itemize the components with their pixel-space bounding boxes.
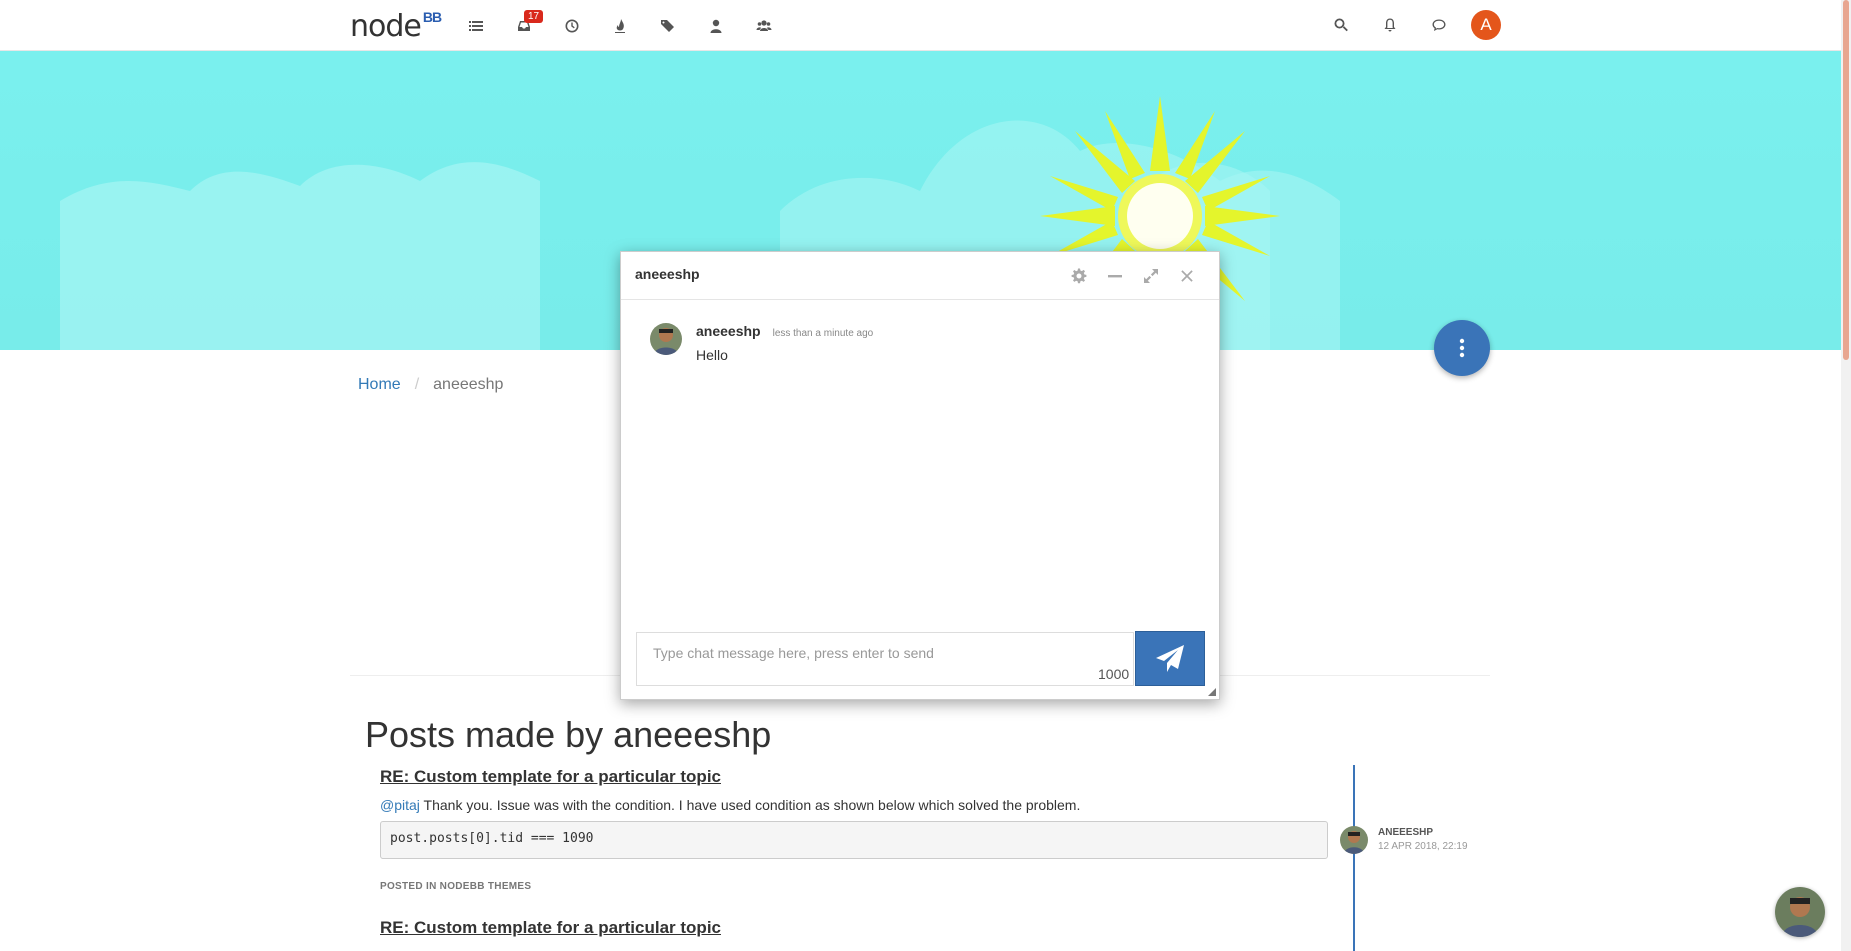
fire-icon: [615, 19, 625, 33]
chat-message-time: less than a minute ago: [772, 328, 874, 339]
breadcrumb-current: aneeeshp: [433, 376, 504, 393]
chat-header[interactable]: aneeeshp: [621, 252, 1219, 300]
chat-minimize-button[interactable]: [1097, 264, 1133, 288]
nav-groups[interactable]: [740, 13, 788, 39]
page-scrollbar[interactable]: [1841, 0, 1851, 951]
breadcrumb-separator: /: [414, 376, 420, 393]
users-icon: [756, 20, 772, 31]
chat-maximize-button[interactable]: [1133, 264, 1169, 288]
post-author-avatar[interactable]: [1340, 826, 1368, 854]
timeline-line: [1353, 765, 1355, 951]
clock-icon: [565, 19, 579, 33]
post-timestamp: 12 APR 2018, 22:19: [1378, 841, 1468, 852]
tags-icon: [661, 20, 674, 32]
chat-send-button[interactable]: [1135, 631, 1205, 686]
chat-controls: [1061, 264, 1205, 288]
chat-user-avatar[interactable]: [1775, 887, 1825, 937]
breadcrumb: Home / aneeeshp: [358, 376, 503, 394]
posted-in-category[interactable]: POSTED IN NODEBB THEMES: [380, 881, 1328, 892]
chat-message-text: Hello: [696, 347, 728, 363]
chat-settings-button[interactable]: [1061, 264, 1097, 288]
gear-icon: [1071, 268, 1087, 284]
search-button[interactable]: [1316, 12, 1365, 38]
brand-logo[interactable]: node BB: [350, 9, 442, 44]
user-icon: [710, 19, 722, 33]
top-navbar: node BB 17 A: [0, 0, 1841, 51]
post-title-link[interactable]: RE: Custom template for a particular top…: [380, 918, 1328, 938]
post-text: Thank you. Issue was with the condition.…: [419, 797, 1081, 813]
chat-message: aneeeshp less than a minute ago Hello: [650, 323, 873, 363]
user-mention-link[interactable]: @pitaj: [380, 797, 420, 813]
chat-message-avatar[interactable]: [650, 323, 682, 355]
resize-handle-icon[interactable]: [1208, 688, 1216, 696]
chat-modal: aneeeshp aneeeshp less than a minute ago…: [620, 251, 1220, 700]
chat-message-input[interactable]: Type chat message here, press enter to s…: [636, 632, 1134, 686]
minus-icon: [1108, 275, 1122, 278]
page-title: Posts made by aneeeshp: [365, 714, 772, 755]
close-icon: [1181, 270, 1193, 282]
main-nav: 17: [452, 10, 788, 39]
nav-tags[interactable]: [644, 13, 692, 39]
chat-char-counter: 1000: [1098, 666, 1130, 682]
scrollbar-thumb[interactable]: [1843, 0, 1849, 360]
notifications-button[interactable]: [1365, 12, 1414, 38]
unread-count-badge: 17: [524, 10, 544, 23]
post-item: RE: Custom template for a particular top…: [380, 767, 1328, 892]
user-nav: A: [1316, 10, 1501, 40]
chat-message-username[interactable]: aneeeshp: [696, 323, 761, 339]
post-meta: ANEEESHP 12 APR 2018, 22:19: [1340, 826, 1468, 854]
breadcrumb-home[interactable]: Home: [358, 376, 401, 394]
ellipsis-vertical-icon: [1459, 338, 1465, 358]
code-block: post.posts[0].tid === 1090: [380, 821, 1328, 859]
nav-unread[interactable]: 17: [500, 10, 548, 39]
nav-users[interactable]: [692, 13, 740, 39]
chat-close-button[interactable]: [1169, 264, 1205, 288]
user-avatar[interactable]: A: [1471, 10, 1501, 40]
brand-suffix: BB: [422, 9, 442, 25]
profile-actions-button[interactable]: [1434, 320, 1490, 376]
chats-button[interactable]: [1414, 12, 1463, 38]
nav-recent[interactable]: [548, 13, 596, 39]
expand-icon: [1144, 269, 1158, 283]
post-content: @pitaj Thank you. Issue was with the con…: [380, 797, 1328, 813]
brand-name: node: [350, 9, 422, 44]
comment-icon: [1432, 19, 1445, 31]
bell-icon: [1384, 18, 1395, 32]
nav-popular[interactable]: [596, 13, 644, 39]
search-icon: [1334, 18, 1348, 32]
list-icon: [469, 21, 483, 31]
post-title-link[interactable]: RE: Custom template for a particular top…: [380, 767, 1328, 787]
chat-title: aneeeshp: [635, 266, 700, 282]
page: node BB 17 A Home / aneeeshp Posts made …: [0, 0, 1851, 951]
post-item: RE: Custom template for a particular top…: [380, 918, 1328, 938]
nav-categories[interactable]: [452, 13, 500, 39]
paper-plane-icon: [1156, 644, 1184, 672]
post-author[interactable]: ANEEESHP: [1378, 826, 1468, 840]
